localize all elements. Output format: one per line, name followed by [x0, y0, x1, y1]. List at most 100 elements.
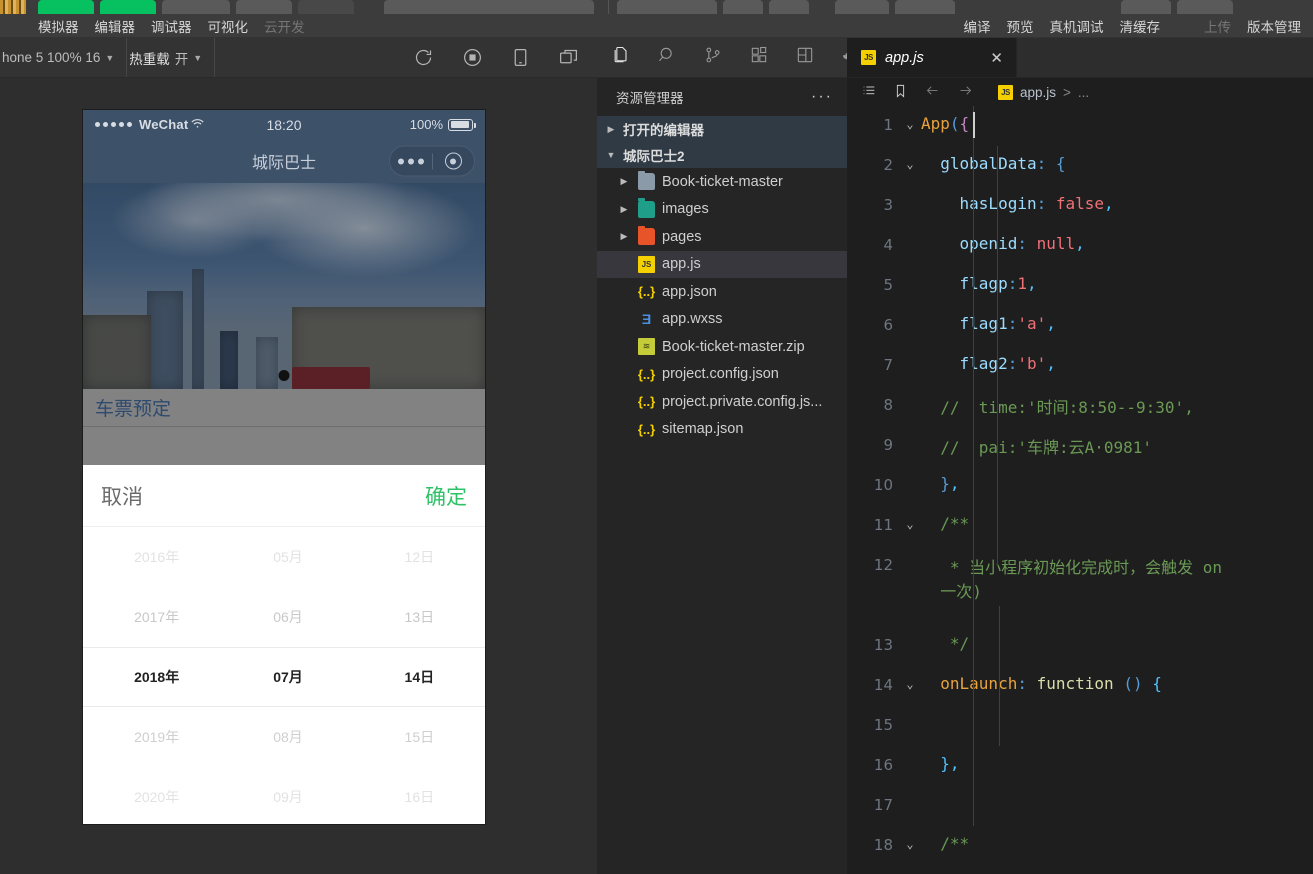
toolbar-button-a[interactable]: [617, 0, 717, 14]
menu-item-compile[interactable]: 编译: [964, 16, 991, 36]
code-line[interactable]: 9 // pai:'车牌:云A·0981': [847, 426, 1313, 466]
code-line[interactable]: 13 */: [847, 626, 1313, 666]
device-select[interactable]: hone 5 100% 16 ▼: [0, 38, 128, 77]
bookmark-icon[interactable]: [893, 83, 908, 102]
breadcrumb-file[interactable]: JS app.js > ...: [998, 84, 1089, 100]
toolbar-button-d[interactable]: [835, 0, 889, 14]
window-split-icon[interactable]: [558, 47, 579, 68]
picker-row[interactable]: 2016年 05月 12日: [83, 527, 485, 587]
fold-chevron-icon[interactable]: ⌄: [899, 106, 921, 131]
menu-item-simulator[interactable]: 模拟器: [38, 16, 79, 36]
menu-item-visualize[interactable]: 可视化: [208, 16, 249, 36]
breadcrumb-more[interactable]: ...: [1078, 85, 1089, 100]
code-line[interactable]: 18 ⌄ /**: [847, 826, 1313, 866]
fold-chevron-icon[interactable]: ⌄: [899, 146, 921, 171]
code-line[interactable]: 3 hasLogin: false,: [847, 186, 1313, 226]
picker-row[interactable]: 2020年 09月 16日: [83, 767, 485, 824]
file-row-sitemap-json[interactable]: {..} sitemap.json: [597, 416, 847, 444]
picker-cancel-button[interactable]: 取消: [101, 481, 143, 511]
toolbar-button-compile[interactable]: [38, 0, 94, 14]
code-text: /**: [921, 514, 970, 533]
picker-row[interactable]: 2019年 08月 15日: [83, 707, 485, 767]
code-line[interactable]: 7 flag2:'b',: [847, 346, 1313, 386]
banner-carousel[interactable]: [83, 183, 485, 389]
hot-reload-select[interactable]: 热重载 开 ▼: [117, 38, 216, 77]
date-picker-columns[interactable]: 2016年 05月 12日 2017年 06月 13日 2018年 07月 14…: [83, 527, 485, 824]
toolbar-button-e[interactable]: [895, 0, 955, 14]
menu-item-clear-cache[interactable]: 清缓存: [1120, 16, 1161, 36]
arrow-left-icon[interactable]: [924, 83, 941, 101]
date-picker[interactable]: 取消 确定 2016年 05月 12日 2017年 06月 13日 2018年 …: [83, 465, 485, 824]
menu-item-editor[interactable]: 编辑器: [95, 16, 136, 36]
code-line[interactable]: 6 flag1:'a',: [847, 306, 1313, 346]
menu-item-version-manage[interactable]: 版本管理: [1247, 16, 1301, 36]
code-line[interactable]: 1 ⌄ App({: [847, 106, 1313, 146]
toolbar-button-upload[interactable]: [1121, 0, 1171, 14]
toolbar-button-debug[interactable]: [162, 0, 230, 14]
code-line[interactable]: 14 ⌄ onLaunch: function () {: [847, 666, 1313, 706]
menu-item-cloud-dev[interactable]: 云开发: [264, 16, 305, 36]
code-line[interactable]: 10 },: [847, 466, 1313, 506]
file-row-images[interactable]: ▶ images: [597, 196, 847, 224]
menu-item-debugger[interactable]: 调试器: [151, 16, 192, 36]
code-line[interactable]: 2 ⌄ globalData: {: [847, 146, 1313, 186]
list-icon[interactable]: [861, 83, 877, 102]
source-control-icon[interactable]: [703, 45, 723, 70]
simulator-panel: WeChat 18:20 100% 城际巴士 车票预定 取消 确定 2016年 …: [0, 78, 597, 874]
code-line-wrapped[interactable]: 12 * 当小程序初始化完成时，会触发 on 一次): [847, 546, 1313, 626]
more-actions-icon[interactable]: ···: [811, 88, 833, 106]
fold-chevron-icon[interactable]: ⌄: [899, 826, 921, 851]
file-row-app-js[interactable]: JS app.js: [597, 250, 847, 278]
extensions-icon[interactable]: [749, 45, 769, 70]
wechat-capsule[interactable]: [389, 145, 475, 177]
close-icon[interactable]: ✕: [972, 49, 1003, 67]
code-editor[interactable]: JS app.js > ... 1 ⌄ App({ 2 ⌄ globalData…: [847, 78, 1313, 874]
picker-row-selected[interactable]: 2018年 07月 14日: [83, 647, 485, 707]
code-line[interactable]: 15: [847, 706, 1313, 746]
fold-chevron-icon[interactable]: ⌄: [899, 666, 921, 691]
more-menu-icon[interactable]: [390, 158, 432, 164]
file-row-project-config[interactable]: {..} project.config.json: [597, 361, 847, 389]
toolbar-button-c[interactable]: [769, 0, 809, 14]
code-line[interactable]: 8 // time:'时间:8:50--9:30',: [847, 386, 1313, 426]
section-project-root[interactable]: ▼ 城际巴士2: [597, 142, 847, 168]
toolbar-button-cache[interactable]: [236, 0, 292, 14]
code-line[interactable]: 17: [847, 786, 1313, 826]
code-line[interactable]: 4 openid: null,: [847, 226, 1313, 266]
toolbar-group-sim[interactable]: [384, 0, 594, 14]
file-row-app-json[interactable]: {..} app.json: [597, 278, 847, 306]
carousel-indicator-dot[interactable]: [278, 370, 290, 381]
picker-month: 08月: [273, 729, 303, 745]
code-line[interactable]: 11 ⌄ /**: [847, 506, 1313, 546]
menu-item-upload[interactable]: 上传: [1204, 16, 1231, 36]
tab-app-js[interactable]: JS app.js ✕: [847, 38, 1017, 77]
code-content[interactable]: 1 ⌄ App({ 2 ⌄ globalData: { 3 hasLogin: …: [847, 106, 1313, 866]
fold-chevron-icon[interactable]: ⌄: [899, 506, 921, 531]
arrow-right-icon[interactable]: [957, 83, 974, 101]
file-row-book-ticket-master[interactable]: ▶ Book-ticket-master: [597, 168, 847, 196]
explorer-icon[interactable]: [611, 45, 631, 70]
code-line[interactable]: 16 },: [847, 746, 1313, 786]
code-line[interactable]: 5 flagp:1,: [847, 266, 1313, 306]
picker-row[interactable]: 2017年 06月 13日: [83, 587, 485, 647]
close-miniprogram-icon[interactable]: [433, 152, 475, 170]
section-open-editors[interactable]: ▶ 打开的编辑器: [597, 116, 847, 142]
debug-layout-icon[interactable]: [795, 45, 815, 70]
picker-confirm-button[interactable]: 确定: [425, 481, 467, 511]
file-row-zip[interactable]: ≋ Book-ticket-master.zip: [597, 333, 847, 361]
menu-item-preview[interactable]: 预览: [1007, 16, 1034, 36]
file-row-app-wxss[interactable]: Ǝ app.wxss: [597, 306, 847, 334]
file-row-pages[interactable]: ▶ pages: [597, 223, 847, 251]
code-text: * 当小程序初始化完成时，会触发 on 一次): [921, 546, 1313, 602]
record-icon[interactable]: [462, 47, 483, 68]
file-row-project-private-config[interactable]: {..} project.private.config.js...: [597, 388, 847, 416]
menu-item-real-device-debug[interactable]: 真机调试: [1050, 16, 1104, 36]
search-icon[interactable]: [657, 45, 677, 70]
refresh-icon[interactable]: [413, 47, 434, 68]
toolbar-button-b[interactable]: [723, 0, 763, 14]
project-root-label: 城际巴士2: [623, 149, 685, 164]
toolbar-button-preview[interactable]: [100, 0, 156, 14]
toolbar-button-version[interactable]: [1177, 0, 1233, 14]
toolbar-button-extra[interactable]: [298, 0, 354, 14]
device-icon[interactable]: [511, 47, 530, 68]
